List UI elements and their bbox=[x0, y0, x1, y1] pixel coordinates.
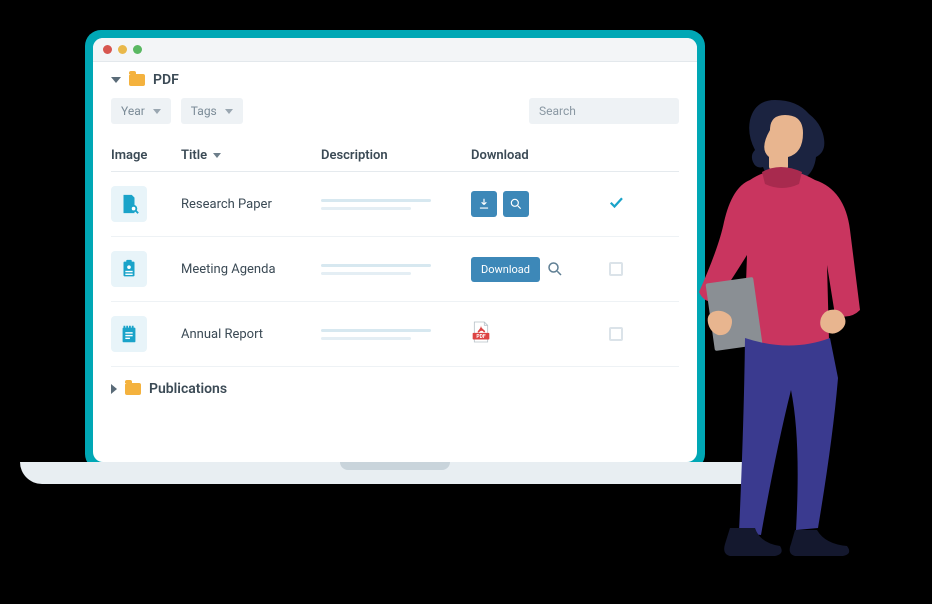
checkmark-icon[interactable] bbox=[607, 193, 625, 215]
magnify-doc-icon bbox=[118, 193, 140, 215]
folder-icon bbox=[129, 74, 145, 86]
sort-icon bbox=[213, 153, 221, 158]
preview-button[interactable] bbox=[503, 191, 529, 217]
clipboard-icon bbox=[118, 258, 140, 280]
folder-publications[interactable]: Publications bbox=[111, 381, 679, 397]
description-placeholder bbox=[321, 264, 471, 275]
col-image: Image bbox=[111, 148, 181, 163]
pdf-icon[interactable]: PDF bbox=[471, 332, 491, 347]
row-title[interactable]: Research Paper bbox=[181, 197, 321, 212]
chevron-down-icon bbox=[111, 77, 121, 83]
folder-name: PDF bbox=[153, 72, 179, 88]
col-title-label: Title bbox=[181, 148, 207, 163]
svg-text:PDF: PDF bbox=[476, 334, 485, 340]
checkbox[interactable] bbox=[609, 262, 623, 276]
filter-year[interactable]: Year bbox=[111, 98, 171, 124]
window-minimize-dot[interactable] bbox=[118, 45, 127, 54]
row-title[interactable]: Meeting Agenda bbox=[181, 262, 321, 277]
content-area: PDF Year Tags Search Image Title bbox=[93, 62, 697, 462]
preview-button[interactable] bbox=[546, 260, 564, 278]
filter-bar: Year Tags Search bbox=[111, 98, 679, 124]
search-icon bbox=[546, 260, 564, 278]
search-input[interactable]: Search bbox=[529, 98, 679, 124]
laptop-base bbox=[20, 462, 770, 484]
folder-icon bbox=[125, 383, 141, 395]
download-button[interactable] bbox=[471, 191, 497, 217]
table-header: Image Title Description Download bbox=[111, 140, 679, 172]
table-row: Meeting Agenda Download bbox=[111, 237, 679, 302]
description-placeholder bbox=[321, 329, 471, 340]
table-row: Annual Report PDF bbox=[111, 302, 679, 367]
window-titlebar bbox=[93, 38, 697, 62]
window-maximize-dot[interactable] bbox=[133, 45, 142, 54]
table-row: Research Paper bbox=[111, 172, 679, 237]
document-thumb[interactable] bbox=[111, 251, 147, 287]
filter-tags[interactable]: Tags bbox=[181, 98, 243, 124]
chevron-down-icon bbox=[225, 109, 233, 114]
notepad-icon bbox=[118, 323, 140, 345]
chevron-down-icon bbox=[153, 109, 161, 114]
chevron-right-icon bbox=[111, 384, 117, 394]
download-button[interactable]: Download bbox=[471, 257, 540, 282]
download-icon bbox=[477, 197, 491, 211]
laptop-frame: PDF Year Tags Search Image Title bbox=[85, 30, 705, 470]
folder-pdf[interactable]: PDF bbox=[111, 72, 679, 88]
col-title[interactable]: Title bbox=[181, 148, 321, 163]
description-placeholder bbox=[321, 199, 471, 210]
person-illustration bbox=[670, 90, 900, 600]
row-title[interactable]: Annual Report bbox=[181, 327, 321, 342]
app-screen: PDF Year Tags Search Image Title bbox=[93, 38, 697, 462]
folder-name: Publications bbox=[149, 381, 227, 397]
documents-table: Image Title Description Download bbox=[111, 140, 679, 367]
window-close-dot[interactable] bbox=[103, 45, 112, 54]
document-thumb[interactable] bbox=[111, 316, 147, 352]
filter-tags-label: Tags bbox=[191, 104, 217, 118]
col-select bbox=[601, 148, 631, 163]
document-thumb[interactable] bbox=[111, 186, 147, 222]
filter-year-label: Year bbox=[121, 104, 145, 118]
checkbox[interactable] bbox=[609, 327, 623, 341]
col-download: Download bbox=[471, 148, 601, 163]
search-icon bbox=[509, 197, 523, 211]
col-description: Description bbox=[321, 148, 471, 163]
